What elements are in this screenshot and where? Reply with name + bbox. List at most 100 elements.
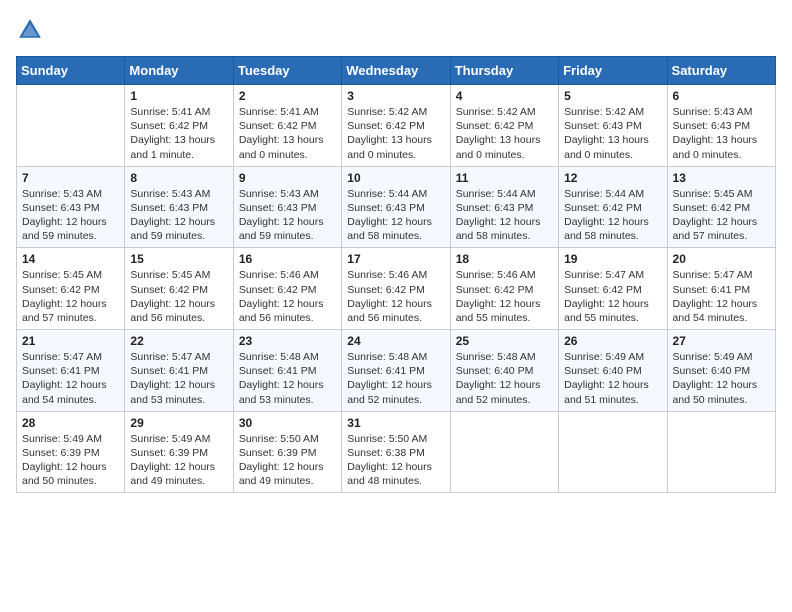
day-number: 26 <box>564 334 661 348</box>
day-number: 22 <box>130 334 227 348</box>
day-number: 29 <box>130 416 227 430</box>
calendar-cell: 24 Sunrise: 5:48 AM Sunset: 6:41 PM Dayli… <box>342 330 450 412</box>
calendar-cell <box>17 85 125 167</box>
calendar-cell: 3 Sunrise: 5:42 AM Sunset: 6:42 PM Daylig… <box>342 85 450 167</box>
calendar-cell: 8 Sunrise: 5:43 AM Sunset: 6:43 PM Daylig… <box>125 166 233 248</box>
calendar-cell: 27 Sunrise: 5:49 AM Sunset: 6:40 PM Dayli… <box>667 330 775 412</box>
calendar-cell: 6 Sunrise: 5:43 AM Sunset: 6:43 PM Daylig… <box>667 85 775 167</box>
calendar-cell: 26 Sunrise: 5:49 AM Sunset: 6:40 PM Dayli… <box>559 330 667 412</box>
day-info: Sunrise: 5:42 AM Sunset: 6:42 PM Dayligh… <box>347 105 444 162</box>
calendar-header-row: SundayMondayTuesdayWednesdayThursdayFrid… <box>17 57 776 85</box>
day-info: Sunrise: 5:43 AM Sunset: 6:43 PM Dayligh… <box>673 105 770 162</box>
calendar-cell <box>559 411 667 493</box>
day-info: Sunrise: 5:45 AM Sunset: 6:42 PM Dayligh… <box>673 187 770 244</box>
day-header-thursday: Thursday <box>450 57 558 85</box>
day-number: 2 <box>239 89 336 103</box>
day-info: Sunrise: 5:47 AM Sunset: 6:41 PM Dayligh… <box>22 350 119 407</box>
day-number: 25 <box>456 334 553 348</box>
calendar-week-row: 14 Sunrise: 5:45 AM Sunset: 6:42 PM Dayli… <box>17 248 776 330</box>
day-number: 31 <box>347 416 444 430</box>
calendar-cell: 10Sunrise: 5:44 AM Sunset: 6:43 PM Dayli… <box>342 166 450 248</box>
day-number: 12 <box>564 171 661 185</box>
day-number: 16 <box>239 252 336 266</box>
day-info: Sunrise: 5:43 AM Sunset: 6:43 PM Dayligh… <box>130 187 227 244</box>
calendar-cell: 23 Sunrise: 5:48 AM Sunset: 6:41 PM Dayli… <box>233 330 341 412</box>
calendar-cell: 22 Sunrise: 5:47 AM Sunset: 6:41 PM Dayli… <box>125 330 233 412</box>
day-number: 19 <box>564 252 661 266</box>
calendar-cell: 30 Sunrise: 5:50 AM Sunset: 6:39 PM Dayli… <box>233 411 341 493</box>
day-info: Sunrise: 5:42 AM Sunset: 6:42 PM Dayligh… <box>456 105 553 162</box>
day-number: 7 <box>22 171 119 185</box>
calendar-cell: 7 Sunrise: 5:43 AM Sunset: 6:43 PM Daylig… <box>17 166 125 248</box>
day-number: 8 <box>130 171 227 185</box>
calendar-cell: 17 Sunrise: 5:46 AM Sunset: 6:42 PM Dayli… <box>342 248 450 330</box>
day-info: Sunrise: 5:42 AM Sunset: 6:43 PM Dayligh… <box>564 105 661 162</box>
day-info: Sunrise: 5:45 AM Sunset: 6:42 PM Dayligh… <box>130 268 227 325</box>
day-number: 5 <box>564 89 661 103</box>
day-info: Sunrise: 5:49 AM Sunset: 6:39 PM Dayligh… <box>22 432 119 489</box>
day-number: 3 <box>347 89 444 103</box>
calendar-cell <box>667 411 775 493</box>
day-info: Sunrise: 5:45 AM Sunset: 6:42 PM Dayligh… <box>22 268 119 325</box>
day-number: 23 <box>239 334 336 348</box>
day-number: 27 <box>673 334 770 348</box>
day-number: 6 <box>673 89 770 103</box>
day-header-sunday: Sunday <box>17 57 125 85</box>
day-info: Sunrise: 5:48 AM Sunset: 6:41 PM Dayligh… <box>239 350 336 407</box>
day-info: Sunrise: 5:47 AM Sunset: 6:42 PM Dayligh… <box>564 268 661 325</box>
day-number: 1 <box>130 89 227 103</box>
day-number: 9 <box>239 171 336 185</box>
calendar-week-row: 28 Sunrise: 5:49 AM Sunset: 6:39 PM Dayli… <box>17 411 776 493</box>
calendar-week-row: 1 Sunrise: 5:41 AM Sunset: 6:42 PM Daylig… <box>17 85 776 167</box>
calendar-cell: 31 Sunrise: 5:50 AM Sunset: 6:38 PM Dayli… <box>342 411 450 493</box>
calendar-cell: 20 Sunrise: 5:47 AM Sunset: 6:41 PM Dayli… <box>667 248 775 330</box>
calendar-cell: 16 Sunrise: 5:46 AM Sunset: 6:42 PM Dayli… <box>233 248 341 330</box>
day-info: Sunrise: 5:46 AM Sunset: 6:42 PM Dayligh… <box>239 268 336 325</box>
calendar-cell: 12 Sunrise: 5:44 AM Sunset: 6:42 PM Dayli… <box>559 166 667 248</box>
day-info: Sunrise: 5:48 AM Sunset: 6:41 PM Dayligh… <box>347 350 444 407</box>
calendar-cell: 9Sunrise: 5:43 AM Sunset: 6:43 PM Daylig… <box>233 166 341 248</box>
day-number: 17 <box>347 252 444 266</box>
calendar-cell: 14 Sunrise: 5:45 AM Sunset: 6:42 PM Dayli… <box>17 248 125 330</box>
logo-icon <box>16 16 44 44</box>
calendar-cell: 11 Sunrise: 5:44 AM Sunset: 6:43 PM Dayli… <box>450 166 558 248</box>
day-number: 21 <box>22 334 119 348</box>
day-info: Sunrise: 5:43 AM Sunset: 6:43 PM Dayligh… <box>22 187 119 244</box>
day-info: Sunrise: 5:49 AM Sunset: 6:40 PM Dayligh… <box>564 350 661 407</box>
day-info: Sunrise: 5:44 AM Sunset: 6:43 PM Dayligh… <box>456 187 553 244</box>
calendar-cell: 2 Sunrise: 5:41 AM Sunset: 6:42 PM Daylig… <box>233 85 341 167</box>
day-header-friday: Friday <box>559 57 667 85</box>
day-info: Sunrise: 5:44 AM Sunset: 6:42 PM Dayligh… <box>564 187 661 244</box>
day-number: 28 <box>22 416 119 430</box>
calendar-cell: 19 Sunrise: 5:47 AM Sunset: 6:42 PM Dayli… <box>559 248 667 330</box>
day-info: Sunrise: 5:46 AM Sunset: 6:42 PM Dayligh… <box>347 268 444 325</box>
calendar-cell: 18Sunrise: 5:46 AM Sunset: 6:42 PM Dayli… <box>450 248 558 330</box>
calendar-cell: 5 Sunrise: 5:42 AM Sunset: 6:43 PM Daylig… <box>559 85 667 167</box>
calendar-cell: 4 Sunrise: 5:42 AM Sunset: 6:42 PM Daylig… <box>450 85 558 167</box>
logo <box>16 16 48 44</box>
calendar-cell: 13 Sunrise: 5:45 AM Sunset: 6:42 PM Dayli… <box>667 166 775 248</box>
day-info: Sunrise: 5:46 AM Sunset: 6:42 PM Dayligh… <box>456 268 553 325</box>
day-number: 20 <box>673 252 770 266</box>
day-header-tuesday: Tuesday <box>233 57 341 85</box>
day-number: 13 <box>673 171 770 185</box>
day-info: Sunrise: 5:49 AM Sunset: 6:40 PM Dayligh… <box>673 350 770 407</box>
day-info: Sunrise: 5:47 AM Sunset: 6:41 PM Dayligh… <box>673 268 770 325</box>
page-header <box>16 16 776 44</box>
calendar-cell: 15Sunrise: 5:45 AM Sunset: 6:42 PM Dayli… <box>125 248 233 330</box>
day-number: 11 <box>456 171 553 185</box>
day-header-monday: Monday <box>125 57 233 85</box>
day-number: 4 <box>456 89 553 103</box>
calendar-cell: 1Sunrise: 5:41 AM Sunset: 6:42 PM Daylig… <box>125 85 233 167</box>
day-number: 30 <box>239 416 336 430</box>
day-info: Sunrise: 5:47 AM Sunset: 6:41 PM Dayligh… <box>130 350 227 407</box>
day-number: 14 <box>22 252 119 266</box>
day-info: Sunrise: 5:50 AM Sunset: 6:38 PM Dayligh… <box>347 432 444 489</box>
day-number: 10 <box>347 171 444 185</box>
day-number: 24 <box>347 334 444 348</box>
calendar-week-row: 21 Sunrise: 5:47 AM Sunset: 6:41 PM Dayli… <box>17 330 776 412</box>
day-info: Sunrise: 5:50 AM Sunset: 6:39 PM Dayligh… <box>239 432 336 489</box>
day-info: Sunrise: 5:41 AM Sunset: 6:42 PM Dayligh… <box>239 105 336 162</box>
day-info: Sunrise: 5:48 AM Sunset: 6:40 PM Dayligh… <box>456 350 553 407</box>
calendar-cell: 29Sunrise: 5:49 AM Sunset: 6:39 PM Dayli… <box>125 411 233 493</box>
